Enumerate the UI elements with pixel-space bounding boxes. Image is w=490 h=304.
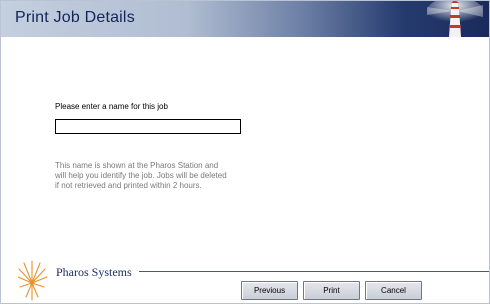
previous-button[interactable]: Previous — [241, 281, 298, 300]
page-title: Print Job Details — [15, 9, 135, 26]
company-logo-text: Pharos Systems — [56, 265, 132, 279]
cancel-button[interactable]: Cancel — [365, 281, 422, 300]
lighthouse-icon — [427, 1, 483, 37]
job-name-label: Please enter a name for this job — [55, 102, 168, 111]
print-button[interactable]: Print — [303, 281, 360, 300]
job-name-input[interactable] — [55, 119, 241, 134]
sunburst-icon — [18, 260, 48, 301]
footer-divider — [139, 271, 489, 272]
print-job-details-window: Print Job Details Please enter a name fo… — [0, 0, 490, 304]
help-text: This name is shown at the Pharos Station… — [55, 161, 227, 190]
header-banner: Print Job Details — [1, 1, 489, 37]
